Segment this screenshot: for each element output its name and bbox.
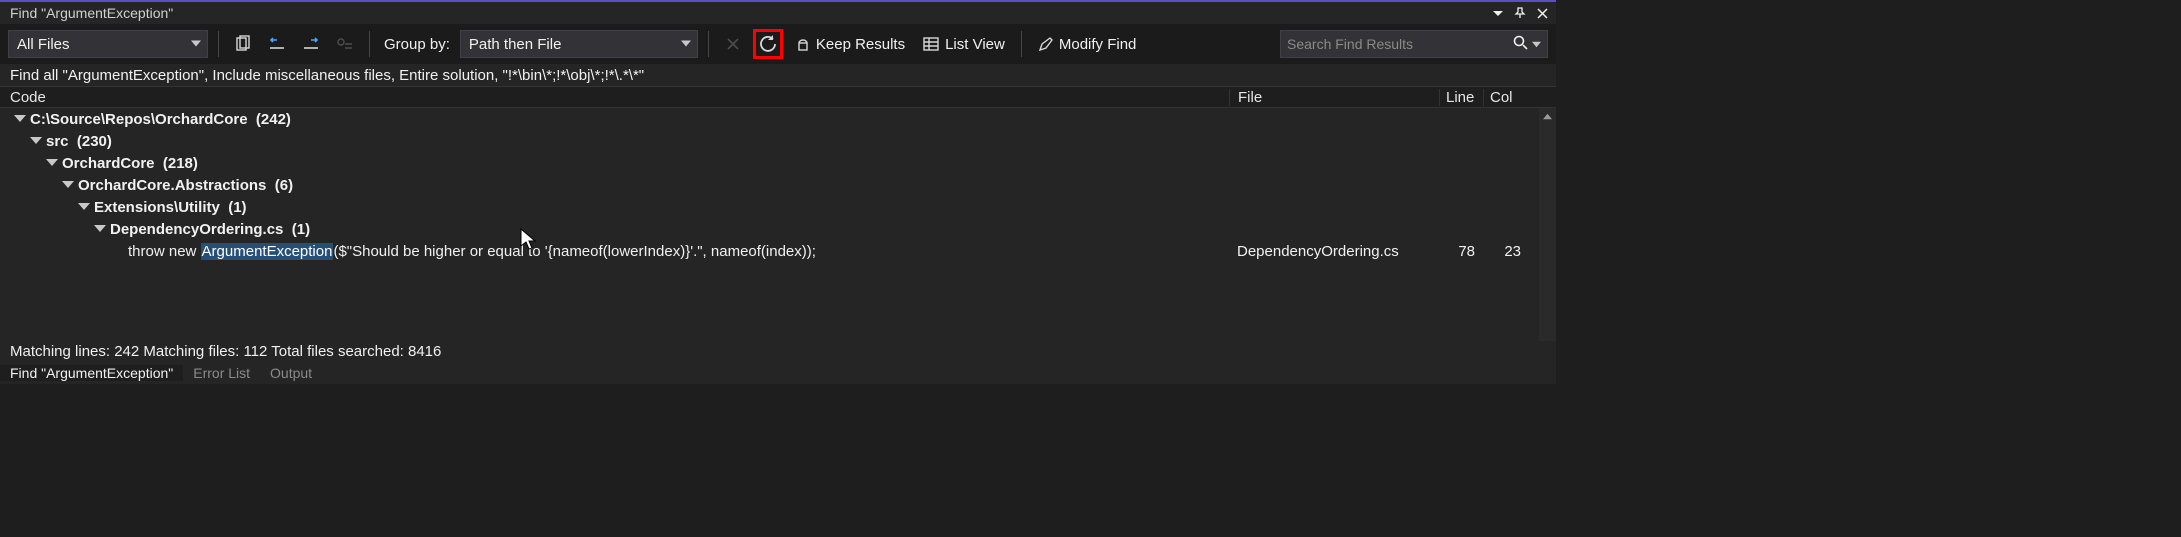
separator bbox=[369, 31, 370, 57]
node-label: OrchardCore.Abstractions bbox=[78, 177, 266, 194]
toolbar: All Files Group by: Path then File bbox=[0, 24, 1556, 64]
groupby-combo[interactable]: Path then File bbox=[460, 30, 698, 58]
tree-node-extensions-utility[interactable]: Extensions\Utility (1) bbox=[0, 196, 1556, 218]
match-line: 78 bbox=[1439, 243, 1483, 260]
tree-node-root[interactable]: C:\Source\Repos\OrchardCore (242) bbox=[0, 108, 1556, 130]
titlebar: Find "ArgumentException" bbox=[0, 2, 1556, 24]
match-row[interactable]: throw new ArgumentException($"Should be … bbox=[0, 240, 1556, 262]
node-label: DependencyOrdering.cs bbox=[110, 221, 283, 238]
close-icon[interactable] bbox=[1534, 5, 1550, 21]
scope-combo[interactable]: All Files bbox=[8, 30, 208, 58]
column-headers: Code File Line Col bbox=[0, 86, 1556, 108]
separator bbox=[218, 31, 219, 57]
expand-icon bbox=[94, 225, 106, 232]
header-col[interactable]: Col bbox=[1483, 89, 1539, 106]
chevron-down-icon bbox=[191, 36, 201, 53]
prev-result-button[interactable] bbox=[263, 30, 291, 58]
tree-node-file[interactable]: DependencyOrdering.cs (1) bbox=[0, 218, 1556, 240]
expand-icon bbox=[78, 203, 90, 210]
separator bbox=[1021, 31, 1022, 57]
scope-selected: All Files bbox=[17, 36, 70, 53]
scroll-up-icon[interactable] bbox=[1539, 108, 1556, 125]
find-results-panel: Find "ArgumentException" All Files bbox=[0, 0, 1556, 384]
node-count: (6) bbox=[275, 177, 293, 194]
search-icon[interactable] bbox=[1513, 35, 1528, 54]
search-input[interactable] bbox=[1287, 36, 1509, 52]
vertical-scrollbar[interactable] bbox=[1539, 108, 1556, 341]
chevron-down-icon bbox=[681, 36, 691, 53]
groupby-selected: Path then File bbox=[469, 36, 562, 53]
groupby-label: Group by: bbox=[380, 36, 454, 53]
node-count: (218) bbox=[163, 155, 198, 172]
next-result-button[interactable] bbox=[297, 30, 325, 58]
modify-find-button[interactable]: Modify Find bbox=[1032, 30, 1143, 58]
node-label: OrchardCore bbox=[62, 155, 155, 172]
expand-icon bbox=[14, 115, 26, 122]
clear-filter-button[interactable] bbox=[331, 30, 359, 58]
footer-summary: Matching lines: 242 Matching files: 112 … bbox=[0, 341, 1556, 362]
node-label: src bbox=[46, 133, 69, 150]
tab-find-results[interactable]: Find "ArgumentException" bbox=[0, 365, 183, 381]
header-line[interactable]: Line bbox=[1439, 89, 1483, 106]
keep-results-button[interactable]: Keep Results bbox=[789, 30, 911, 58]
tree-node-src[interactable]: src (230) bbox=[0, 130, 1556, 152]
tree-node-abstractions[interactable]: OrchardCore.Abstractions (6) bbox=[0, 174, 1556, 196]
node-count: (242) bbox=[256, 111, 291, 128]
match-col: 23 bbox=[1483, 243, 1539, 260]
search-results-box[interactable] bbox=[1280, 30, 1548, 58]
list-view-label: List View bbox=[945, 36, 1005, 53]
expand-icon bbox=[30, 137, 42, 144]
pin-icon[interactable] bbox=[1512, 5, 1528, 21]
expand-icon bbox=[46, 159, 58, 166]
match-highlight: ArgumentException bbox=[201, 243, 334, 260]
node-count: (1) bbox=[228, 199, 246, 216]
header-code[interactable]: Code bbox=[0, 89, 1229, 106]
match-file: DependencyOrdering.cs bbox=[1229, 243, 1439, 260]
window-menu-icon[interactable] bbox=[1490, 5, 1506, 21]
query-summary: Find all "ArgumentException", Include mi… bbox=[0, 64, 1556, 86]
list-view-button[interactable]: List View bbox=[917, 30, 1011, 58]
tree-node-orchardcore[interactable]: OrchardCore (218) bbox=[0, 152, 1556, 174]
modify-find-label: Modify Find bbox=[1059, 36, 1137, 53]
refresh-button-highlighted[interactable] bbox=[753, 29, 783, 59]
bottom-tabs: Find "ArgumentException" Error List Outp… bbox=[0, 362, 1556, 384]
node-count: (230) bbox=[77, 133, 112, 150]
header-file[interactable]: File bbox=[1229, 89, 1439, 106]
chevron-down-icon[interactable] bbox=[1532, 36, 1541, 53]
separator bbox=[708, 31, 709, 57]
copy-button[interactable] bbox=[229, 30, 257, 58]
node-count: (1) bbox=[292, 221, 310, 238]
panel-title: Find "ArgumentException" bbox=[10, 5, 173, 21]
expand-icon bbox=[62, 181, 74, 188]
keep-results-label: Keep Results bbox=[816, 36, 905, 53]
clear-button[interactable] bbox=[719, 30, 747, 58]
node-label: C:\Source\Repos\OrchardCore bbox=[30, 111, 248, 128]
match-code: throw new ArgumentException($"Should be … bbox=[0, 243, 1229, 260]
results-area: C:\Source\Repos\OrchardCore (242) src (2… bbox=[0, 108, 1556, 341]
tab-error-list[interactable]: Error List bbox=[183, 365, 260, 381]
tab-output[interactable]: Output bbox=[260, 365, 322, 381]
node-label: Extensions\Utility bbox=[94, 199, 220, 216]
